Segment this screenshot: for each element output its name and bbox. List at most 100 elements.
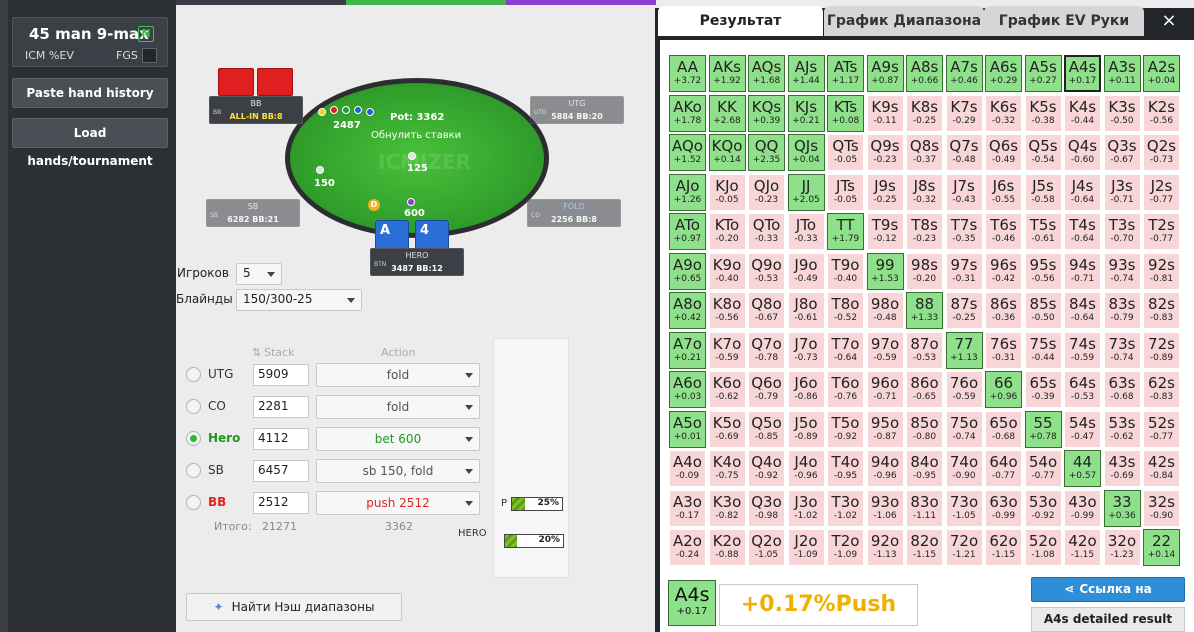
- hand-cell-74s[interactable]: 74s -0.59: [1064, 331, 1101, 369]
- tab-ev-chart[interactable]: График EV Руки: [984, 6, 1144, 36]
- hand-cell-86o[interactable]: 86o -0.65: [906, 371, 943, 408]
- hand-cell-A8o[interactable]: A8o +0.42: [669, 292, 706, 329]
- hand-cell-J9s[interactable]: J9s -0.25: [866, 173, 904, 211]
- hand-cell-88[interactable]: 88 +1.33: [906, 292, 943, 329]
- hand-cell-95o[interactable]: 95o -0.87: [866, 410, 904, 448]
- hand-cell-AA[interactable]: AA +3.72: [669, 55, 706, 92]
- hand-cell-T4s[interactable]: T4s -0.64: [1064, 213, 1101, 250]
- hand-cell-Q5s[interactable]: Q5s -0.54: [1024, 134, 1062, 171]
- hand-cell-Q4s[interactable]: Q4s -0.60: [1064, 134, 1101, 171]
- hand-cell-54o[interactable]: 54o -0.77: [1024, 450, 1062, 487]
- hand-cell-T8o[interactable]: T8o -0.52: [827, 292, 864, 329]
- hand-cell-T7o[interactable]: T7o -0.64: [827, 331, 864, 369]
- hand-cell-K3s[interactable]: K3s -0.50: [1103, 94, 1141, 132]
- hand-cell-T5s[interactable]: T5s -0.61: [1024, 213, 1062, 250]
- hand-cell-32o[interactable]: 32o -1.23: [1103, 529, 1141, 566]
- hand-cell-K6o[interactable]: K6o -0.62: [708, 371, 746, 408]
- hand-cell-62o[interactable]: 62o -1.15: [985, 529, 1022, 566]
- player-radio[interactable]: [186, 431, 201, 446]
- hand-cell-K8s[interactable]: K8s -0.25: [906, 94, 943, 132]
- hand-cell-96o[interactable]: 96o -0.71: [866, 371, 904, 408]
- hand-cell-94s[interactable]: 94s -0.71: [1064, 252, 1101, 290]
- hand-cell-42o[interactable]: 42o -1.15: [1064, 529, 1101, 566]
- share-link-button[interactable]: ⋖Ссылка на результа: [1031, 577, 1185, 619]
- hand-cell-62s[interactable]: 62s -0.83: [1143, 371, 1180, 408]
- hand-cell-K4o[interactable]: K4o -0.75: [708, 450, 746, 487]
- hand-cell-63s[interactable]: 63s -0.68: [1103, 371, 1141, 408]
- hand-cell-J3s[interactable]: J3s -0.71: [1103, 173, 1141, 211]
- player-action-dropdown[interactable]: bet 600: [316, 427, 480, 451]
- hand-cell-84s[interactable]: 84s -0.64: [1064, 292, 1101, 329]
- player-stack-input[interactable]: 5909: [253, 364, 309, 386]
- hand-cell-82o[interactable]: 82o -1.15: [906, 529, 943, 566]
- hand-cell-A5s[interactable]: A5s +0.27: [1024, 55, 1062, 92]
- hand-cell-73s[interactable]: 73s -0.74: [1103, 331, 1141, 369]
- player-stack-input[interactable]: 4112: [253, 428, 309, 450]
- seat-co[interactable]: CO FOLD 2256 BB:8: [527, 199, 621, 227]
- hand-cell-Q4o[interactable]: Q4o -0.92: [748, 450, 785, 487]
- find-nash-button[interactable]: ✦ Найти Нэш диапазоны: [186, 593, 402, 621]
- hand-cell-87o[interactable]: 87o -0.53: [906, 331, 943, 369]
- seat-utg[interactable]: UTG UTG 5884 BB:20: [530, 96, 624, 124]
- blinds-dropdown[interactable]: 150/300-25: [236, 289, 362, 311]
- player-stack-input[interactable]: 2512: [253, 492, 309, 514]
- hand-cell-ATo[interactable]: ATo +0.97: [669, 213, 706, 250]
- hand-cell-J3o[interactable]: J3o -1.02: [787, 489, 825, 527]
- hand-cell-93o[interactable]: 93o -1.06: [866, 489, 904, 527]
- player-radio[interactable]: [186, 463, 201, 478]
- hand-cell-98o[interactable]: 98o -0.48: [866, 292, 904, 329]
- hand-cell-T6o[interactable]: T6o -0.76: [827, 371, 864, 408]
- hand-cell-AQo[interactable]: AQo +1.52: [669, 134, 706, 171]
- hand-cell-QQ[interactable]: QQ +2.35: [748, 134, 785, 171]
- hand-cell-A3o[interactable]: A3o -0.17: [669, 489, 706, 527]
- hand-cell-94o[interactable]: 94o -0.96: [866, 450, 904, 487]
- hand-cell-63o[interactable]: 63o -0.99: [985, 489, 1022, 527]
- hand-cell-95s[interactable]: 95s -0.56: [1024, 252, 1062, 290]
- hand-cell-Q9o[interactable]: Q9o -0.53: [748, 252, 785, 290]
- hand-cell-93s[interactable]: 93s -0.74: [1103, 252, 1141, 290]
- hand-cell-K9s[interactable]: K9s -0.11: [866, 94, 904, 132]
- hand-cell-22[interactable]: 22 +0.14: [1143, 529, 1180, 566]
- hand-cell-A2s[interactable]: A2s +0.04: [1143, 55, 1180, 92]
- hand-cell-K2o[interactable]: K2o -0.88: [708, 529, 746, 566]
- seat-sb[interactable]: SB SB 6282 BB:21: [206, 199, 300, 227]
- tab-range-chart[interactable]: График Диапазона: [824, 6, 984, 36]
- hand-cell-J4s[interactable]: J4s -0.64: [1064, 173, 1101, 211]
- hand-cell-A4s[interactable]: A4s +0.17: [1064, 55, 1101, 92]
- hand-cell-KTo[interactable]: KTo -0.20: [708, 213, 746, 250]
- hand-cell-Q8s[interactable]: Q8s -0.37: [906, 134, 943, 171]
- hand-cell-54s[interactable]: 54s -0.47: [1064, 410, 1101, 448]
- load-hands-button[interactable]: Load hands/tournament: [12, 118, 168, 168]
- hand-cell-33[interactable]: 33 +0.36: [1103, 489, 1141, 527]
- hand-cell-65s[interactable]: 65s -0.39: [1024, 371, 1062, 408]
- hand-cell-Q6o[interactable]: Q6o -0.79: [748, 371, 785, 408]
- hand-cell-JTs[interactable]: JTs -0.05: [827, 173, 864, 211]
- hand-cell-AJs[interactable]: AJs +1.44: [787, 55, 825, 92]
- hand-cell-T9s[interactable]: T9s -0.12: [866, 213, 904, 250]
- hand-cell-53o[interactable]: 53o -0.92: [1024, 489, 1062, 527]
- hand-cell-KJs[interactable]: KJs +0.21: [787, 94, 825, 132]
- hand-cell-QTs[interactable]: QTs -0.05: [827, 134, 864, 171]
- hand-cell-Q3s[interactable]: Q3s -0.67: [1103, 134, 1141, 171]
- stack-sort-icon[interactable]: ⇅: [252, 346, 261, 359]
- hand-cell-A7o[interactable]: A7o +0.21: [669, 331, 706, 369]
- hand-cell-T4o[interactable]: T4o -0.95: [827, 450, 864, 487]
- hand-cell-ATs[interactable]: ATs +1.17: [827, 55, 864, 92]
- hand-cell-K7s[interactable]: K7s -0.29: [945, 94, 983, 132]
- hand-cell-K5s[interactable]: K5s -0.38: [1024, 94, 1062, 132]
- hand-cell-55[interactable]: 55 +0.78: [1024, 410, 1062, 448]
- hand-cell-K5o[interactable]: K5o -0.69: [708, 410, 746, 448]
- hand-cell-64s[interactable]: 64s -0.53: [1064, 371, 1101, 408]
- tab-result[interactable]: Результат: [658, 6, 823, 36]
- hand-cell-42s[interactable]: 42s -0.84: [1143, 450, 1180, 487]
- hand-cell-98s[interactable]: 98s -0.20: [906, 252, 943, 290]
- detailed-result-button[interactable]: A4s detailed result: [1031, 607, 1185, 632]
- hand-cell-T7s[interactable]: T7s -0.35: [945, 213, 983, 250]
- hand-cell-A4o[interactable]: A4o -0.09: [669, 450, 706, 487]
- hand-cell-J6o[interactable]: J6o -0.86: [787, 371, 825, 408]
- hand-cell-QTo[interactable]: QTo -0.33: [748, 213, 785, 250]
- hand-cell-Q7s[interactable]: Q7s -0.48: [945, 134, 983, 171]
- hand-cell-97o[interactable]: 97o -0.59: [866, 331, 904, 369]
- hand-cell-52o[interactable]: 52o -1.08: [1024, 529, 1062, 566]
- player-action-dropdown[interactable]: push 2512: [316, 491, 480, 515]
